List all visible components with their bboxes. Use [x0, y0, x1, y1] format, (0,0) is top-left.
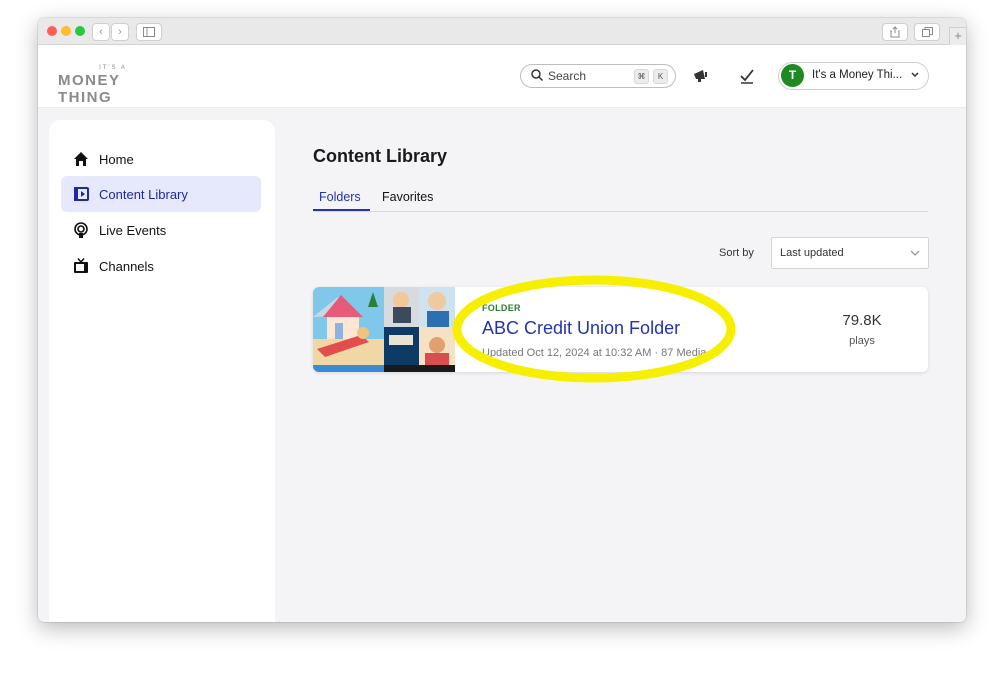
sort-by-label: Sort by — [719, 247, 754, 259]
sidebar-toggle-icon[interactable] — [136, 23, 162, 41]
megaphone-icon[interactable] — [692, 67, 710, 85]
new-tab-icon[interactable]: + — [949, 27, 966, 45]
sidebar-item-channels[interactable]: Channels — [61, 248, 261, 284]
sidebar-item-label: Content Library — [99, 187, 188, 202]
sort-select-value: Last updated — [780, 247, 844, 259]
plays-label: plays — [849, 335, 875, 347]
live-events-icon — [74, 222, 88, 238]
sidebar: Home Content Library Live Events Channel… — [49, 120, 275, 622]
sidebar-item-label: Channels — [99, 259, 154, 274]
share-icon[interactable] — [882, 23, 908, 41]
search-label: Search — [548, 69, 587, 83]
logo-wordmark: MONEY THING — [58, 72, 121, 106]
highlight-ellipse-annotation — [452, 275, 736, 383]
tv-icon — [74, 258, 88, 273]
back-icon[interactable]: ‹ — [92, 23, 110, 41]
account-menu[interactable]: T It's a Money Thi... — [778, 62, 929, 90]
forward-icon[interactable]: › — [111, 23, 129, 41]
search-icon — [531, 69, 544, 82]
shortcut-k-key: K — [653, 69, 668, 84]
search-input[interactable]: Search ⌘ K — [520, 64, 676, 88]
tasks-check-icon[interactable] — [738, 67, 756, 85]
maximize-window-button[interactable] — [75, 26, 85, 36]
tab-favorites[interactable]: Favorites — [382, 190, 433, 204]
sidebar-item-label: Home — [99, 152, 134, 167]
active-tab-indicator — [313, 209, 370, 211]
sidebar-item-content-library[interactable]: Content Library — [61, 176, 261, 212]
close-window-button[interactable] — [47, 26, 57, 36]
minimize-window-button[interactable] — [61, 26, 71, 36]
account-name: It's a Money Thi... — [812, 69, 903, 81]
sidebar-item-live-events[interactable]: Live Events — [61, 212, 261, 248]
sort-select[interactable]: Last updated — [771, 237, 929, 269]
tab-folders[interactable]: Folders — [319, 190, 361, 204]
app-header: IT'S A MONEY THING Search ⌘ K T It's a M… — [38, 45, 966, 108]
tab-bar: Folders Favorites — [313, 184, 928, 212]
sidebar-item-label: Live Events — [99, 223, 167, 238]
chevron-down-icon — [910, 250, 920, 256]
shortcut-cmd-key: ⌘ — [634, 69, 649, 84]
chevron-down-icon — [911, 72, 919, 78]
page-title: Content Library — [313, 146, 448, 166]
logo-tagline: IT'S A — [99, 65, 127, 71]
home-icon — [74, 152, 88, 166]
sidebar-item-home[interactable]: Home — [61, 141, 261, 177]
content-library-icon — [74, 187, 89, 201]
folder-thumbnail — [313, 287, 455, 372]
avatar: T — [781, 64, 804, 87]
browser-titlebar: ‹ › + — [38, 18, 966, 45]
logo[interactable]: IT'S A MONEY THING — [58, 65, 178, 106]
plays-count: 79.8K — [842, 312, 882, 329]
tabs-overview-icon[interactable] — [914, 23, 940, 41]
